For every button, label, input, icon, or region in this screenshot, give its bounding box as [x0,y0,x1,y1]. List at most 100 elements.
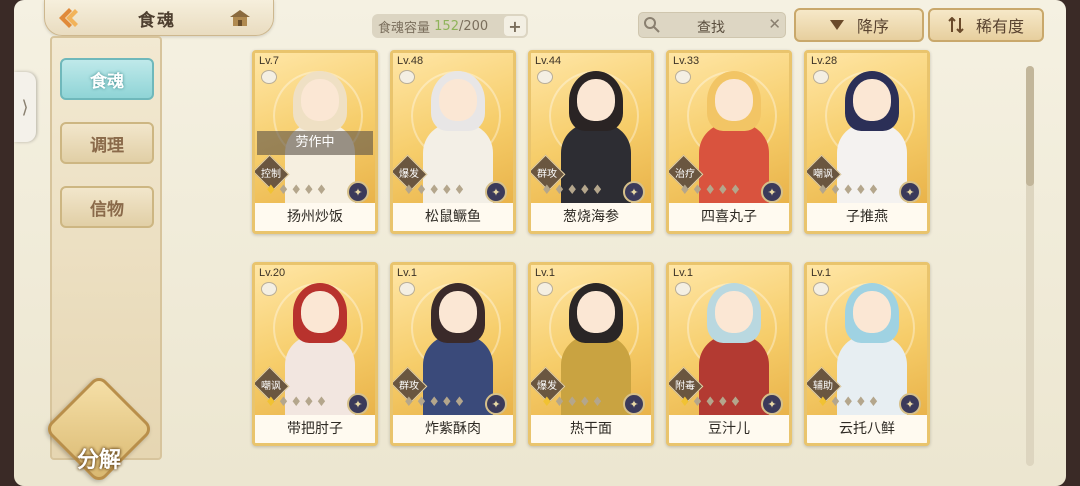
sort-order-button[interactable]: 降序 [794,8,924,42]
star-icon: ♦ [854,395,867,410]
lock-icon[interactable] [399,282,415,296]
role-label: 附毒 [675,381,695,392]
food-soul-card[interactable]: Lv.1 辅助 ♦ ♦ ♦ ♦ ♦ ✦ 云托八鲜 [804,262,930,446]
card-name: 扬州炒饭 [255,203,375,231]
star-icon: ♦ [265,395,277,410]
card-name: 热干面 [531,415,651,443]
star-icon: ♦ [578,395,591,410]
star-icon: ♦ [729,183,742,198]
element-emblem-icon: ✦ [485,181,507,203]
star-icon: ♦ [716,183,729,198]
lock-icon[interactable] [813,282,829,296]
lock-icon[interactable] [813,70,829,84]
card-level: Lv.7 [259,55,279,67]
triangle-down-icon [829,20,844,30]
lock-icon[interactable] [537,70,553,84]
card-name: 豆汁儿 [669,415,789,443]
card-level: Lv.48 [397,55,424,67]
food-soul-card[interactable]: Lv.1 爆发 ♦ ♦ ♦ ♦ ♦ ✦ 热干面 [528,262,654,446]
star-icon: ♦ [453,395,466,410]
lock-icon[interactable] [537,282,553,296]
star-icon: ♦ [704,395,716,410]
star-icon: ♦ [867,183,880,198]
card-level: Lv.44 [535,55,562,67]
star-icon: ♦ [829,183,842,198]
star-icon: ♦ [453,183,466,198]
food-soul-card[interactable]: Lv.20 嘲讽 ♦ ♦ ♦ ♦ ♦ ✦ 带把肘子 [252,262,378,446]
lock-icon[interactable] [675,282,691,296]
star-icon: ♦ [553,183,566,198]
side-pull-tab[interactable]: ⟩ [14,72,36,142]
star-icon: ♦ [290,395,302,410]
star-icon: ♦ [566,183,578,198]
card-level: Lv.1 [673,267,693,279]
star-icon: ♦ [403,183,415,198]
star-icon: ♦ [440,183,453,198]
card-name: 葱烧海参 [531,203,651,231]
expand-capacity-button[interactable]: + [504,16,526,36]
food-soul-screen: ⟩ 食魂 食魂容量 152/200 + 查找 ✕ 降序 稀有度 食魂 调理 信物… [14,0,1066,486]
star-icon: ♦ [302,395,315,410]
food-soul-card[interactable]: Lv.33 治疗 ♦ ♦ ♦ ♦ ♦ ✦ 四喜丸子 [666,50,792,234]
card-name: 云托八鲜 [807,415,927,443]
back-button[interactable] [50,2,86,34]
tab-conditioning[interactable]: 调理 [60,122,154,164]
star-icon: ♦ [315,395,328,410]
star-icon: ♦ [302,183,315,198]
lock-icon[interactable] [261,70,277,84]
card-level: Lv.20 [259,267,286,279]
star-icon: ♦ [842,395,854,410]
star-icon: ♦ [691,183,704,198]
working-status: 劳作中 [257,131,373,155]
character-face [301,291,339,333]
decompose-label: 分解 [76,447,121,473]
swap-icon [948,17,964,33]
star-icon: ♦ [842,183,854,198]
search-icon [644,17,660,33]
home-icon[interactable] [228,8,252,28]
character-face [577,79,615,121]
card-name: 炸紫酥肉 [393,415,513,443]
star-icon: ♦ [817,395,829,410]
sort-by-button[interactable]: 稀有度 [928,8,1044,42]
card-name: 带把肘子 [255,415,375,443]
capacity-current: 152 [434,18,459,34]
scrollbar-thumb[interactable] [1026,66,1034,186]
sort-order-label: 降序 [856,17,889,36]
element-emblem-icon: ✦ [623,393,645,415]
food-soul-card[interactable]: Lv.1 群攻 ♦ ♦ ♦ ♦ ♦ ✦ 炸紫酥肉 [390,262,516,446]
star-icon: ♦ [704,183,716,198]
element-emblem-icon: ✦ [347,181,369,203]
star-rating: ♦ ♦ ♦ ♦ ♦ [541,395,603,410]
star-icon: ♦ [829,395,842,410]
food-soul-card[interactable]: Lv.28 嘲讽 ♦ ♦ ♦ ♦ ♦ ✦ 子推燕 [804,50,930,234]
lock-icon[interactable] [261,282,277,296]
food-soul-card[interactable]: Lv.44 群攻 ♦ ♦ ♦ ♦ ♦ ✦ 葱烧海参 [528,50,654,234]
character-face [577,291,615,333]
lock-icon[interactable] [675,70,691,84]
food-soul-card[interactable]: Lv.7 劳作中 控制 ♦ ♦ ♦ ♦ ♦ ✦ 扬州炒饭 [252,50,378,234]
star-icon: ♦ [716,395,729,410]
lock-icon[interactable] [399,70,415,84]
star-icon: ♦ [315,183,328,198]
search-input[interactable]: 查找 ✕ [638,12,786,38]
star-icon: ♦ [553,395,566,410]
tab-keepsake[interactable]: 信物 [60,186,154,228]
element-emblem-icon: ✦ [347,393,369,415]
card-level: Lv.1 [397,267,417,279]
scrollbar[interactable] [1026,66,1034,466]
capacity-display: 食魂容量 152/200 + [372,14,528,38]
sort-by-label: 稀有度 [975,17,1024,36]
element-emblem-icon: ✦ [761,181,783,203]
element-emblem-icon: ✦ [485,393,507,415]
role-label: 群攻 [537,169,557,180]
character-face [301,79,339,121]
clear-search-icon[interactable]: ✕ [768,15,781,33]
role-label: 控制 [261,169,281,180]
back-arrow-icon [59,8,78,28]
star-icon: ♦ [403,395,415,410]
food-soul-card[interactable]: Lv.1 附毒 ♦ ♦ ♦ ♦ ♦ ✦ 豆汁儿 [666,262,792,446]
star-icon: ♦ [578,183,591,198]
tab-food-soul[interactable]: 食魂 [60,58,154,100]
food-soul-card[interactable]: Lv.48 爆发 ♦ ♦ ♦ ♦ ♦ ✦ 松鼠鳜鱼 [390,50,516,234]
